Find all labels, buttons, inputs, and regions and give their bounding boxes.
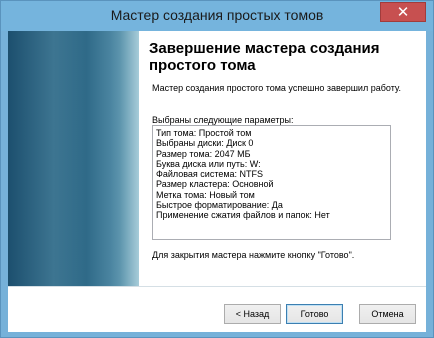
wizard-window: Мастер создания простых томов ✕ Завершен…: [0, 0, 434, 338]
close-button[interactable]: ✕: [380, 2, 426, 22]
param-line: Размер кластера: Основной: [156, 179, 274, 190]
param-line: Метка тома: Новый том: [156, 189, 255, 200]
footer-instruction: Для закрытия мастера нажмите кнопку "Гот…: [152, 250, 355, 260]
cancel-button[interactable]: Отмена: [359, 304, 416, 324]
completion-description: Мастер создания простого тома успешно за…: [152, 83, 402, 93]
param-line: Выбраны диски: Диск 0: [156, 138, 254, 149]
back-button[interactable]: < Назад: [224, 304, 281, 324]
title-bar[interactable]: Мастер создания простых томов ✕: [1, 1, 433, 31]
button-separator: [8, 286, 426, 287]
wizard-client-area: Завершение мастера создания простого том…: [8, 31, 426, 332]
param-line: Файловая система: NTFS: [156, 169, 264, 180]
finish-button[interactable]: Готово: [286, 304, 343, 324]
params-summary-box[interactable]: Тип тома: Простой том Выбраны диски: Дис…: [152, 125, 391, 240]
close-icon: ✕: [396, 4, 410, 21]
side-banner-stripe: [120, 31, 139, 286]
param-line: Размер тома: 2047 МБ: [156, 148, 251, 159]
param-line: Тип тома: Простой том: [156, 128, 252, 138]
params-label: Выбраны следующие параметры:: [152, 115, 294, 125]
wizard-side-banner: [8, 31, 139, 286]
wizard-content: Завершение мастера создания простого том…: [149, 31, 419, 286]
param-line: Применение сжатия файлов и папок: Нет: [156, 210, 330, 221]
page-title: Завершение мастера создания простого том…: [149, 40, 380, 74]
param-line: Буква диска или путь: W:: [156, 158, 261, 169]
window-title: Мастер создания простых томов: [110, 7, 324, 23]
param-line: Быстрое форматирование: Да: [156, 200, 283, 211]
